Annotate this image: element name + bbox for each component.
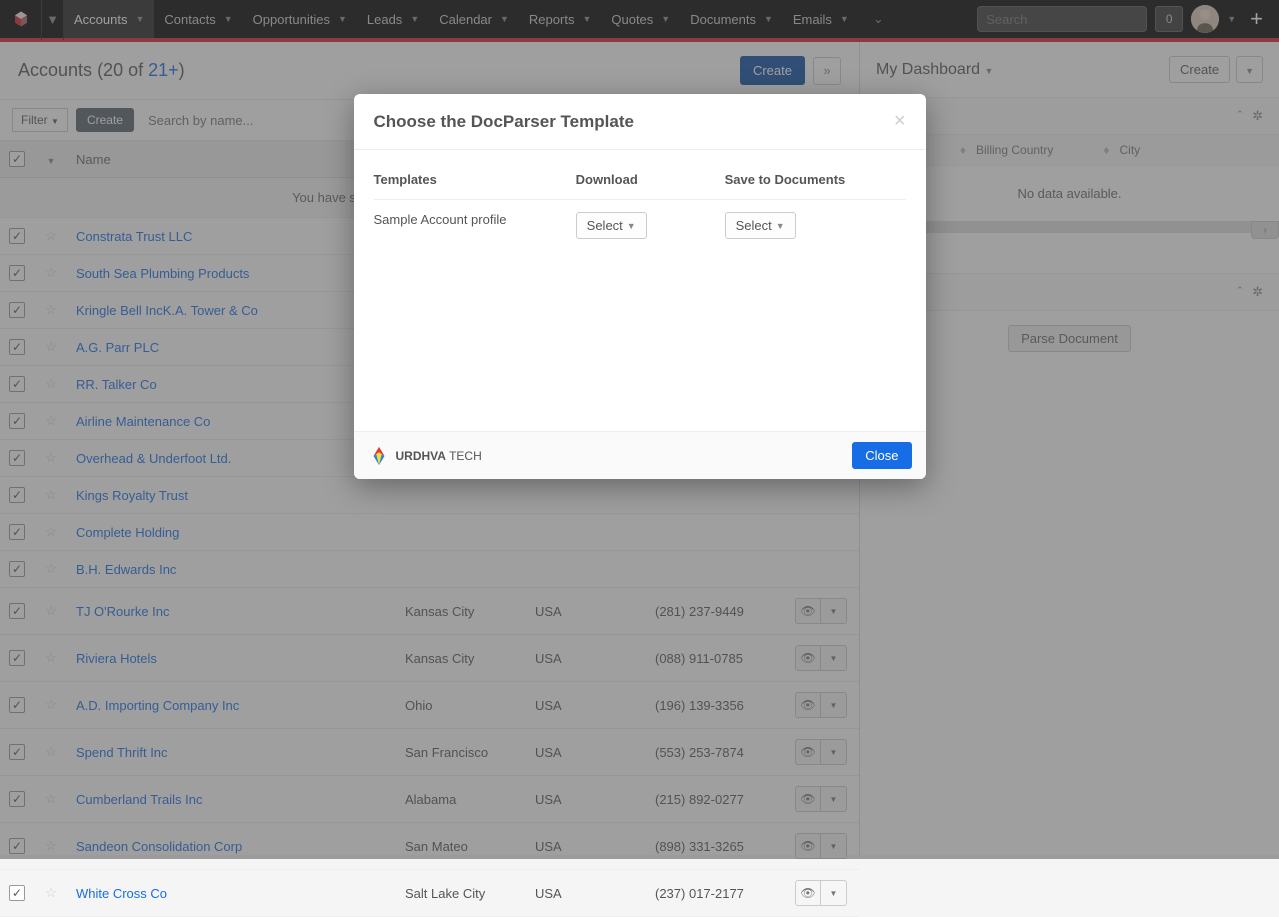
- modal-header: Choose the DocParser Template ×: [354, 94, 926, 150]
- save-select[interactable]: Select▼: [725, 212, 796, 239]
- close-icon[interactable]: ×: [894, 110, 906, 133]
- close-button[interactable]: Close: [852, 442, 911, 469]
- preview-button[interactable]: 👁: [795, 880, 821, 906]
- brand-b: TECH: [446, 449, 482, 463]
- row-checkbox[interactable]: [9, 885, 25, 901]
- modal-footer: URDHVA TECH Close: [354, 431, 926, 479]
- docparser-modal: Choose the DocParser Template × Template…: [354, 94, 926, 479]
- brand-logo: URDHVA TECH: [368, 445, 482, 467]
- brand-a: URDHVA: [396, 449, 446, 463]
- eye-icon: 👁: [800, 886, 815, 900]
- col-download: Download: [576, 164, 725, 200]
- col-save: Save to Documents: [725, 164, 906, 200]
- star-icon[interactable]: ☆: [45, 885, 57, 900]
- table-row: ☆ White Cross Co Salt Lake CityUSA(237) 01…: [0, 870, 859, 917]
- template-name: Sample Account profile: [374, 200, 576, 252]
- cell-city: Salt Lake City: [397, 870, 527, 917]
- account-link[interactable]: White Cross Co: [76, 886, 167, 901]
- urdhva-icon: [368, 445, 390, 467]
- cell-phone: (237) 017-2177: [647, 870, 787, 917]
- modal-title: Choose the DocParser Template: [374, 112, 634, 132]
- cell-country: USA: [527, 870, 647, 917]
- row-menu-button[interactable]: ▼: [821, 880, 847, 906]
- download-select[interactable]: Select ▼: [576, 212, 647, 239]
- col-templates: Templates: [374, 164, 576, 200]
- template-table: Templates Download Save to Documents Sam…: [374, 164, 906, 251]
- caret-down-icon: ▼: [830, 889, 838, 898]
- modal-overlay: Choose the DocParser Template × Template…: [0, 0, 1279, 859]
